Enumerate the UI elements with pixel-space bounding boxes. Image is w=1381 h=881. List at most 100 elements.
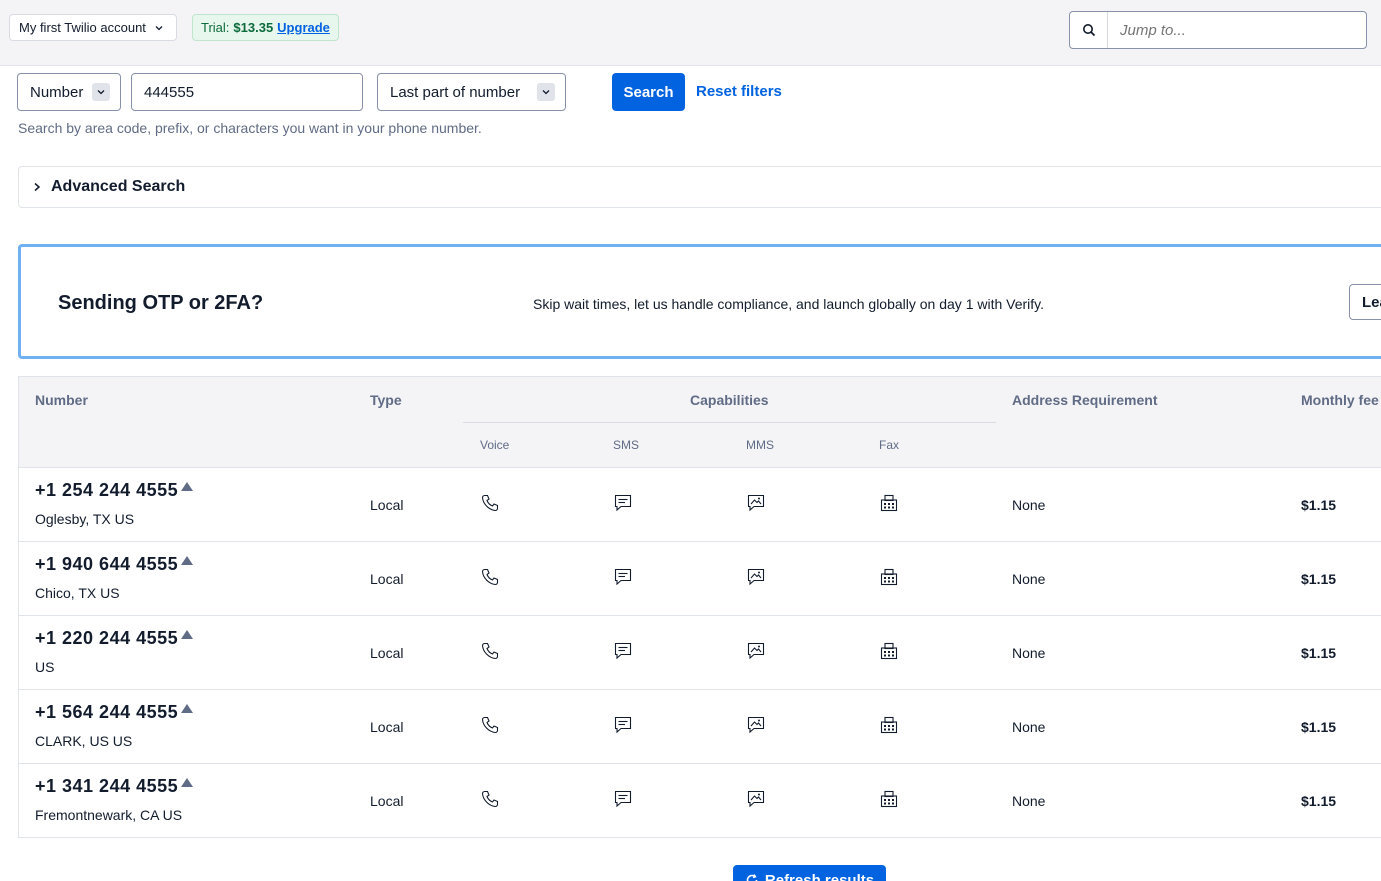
image-message-icon xyxy=(747,790,765,808)
verify-promo-banner: Sending OTP or 2FA? Skip wait times, let… xyxy=(18,244,1381,359)
table-row[interactable]: +1 341 244 4555 Fremontnewark, CA US Loc… xyxy=(19,764,1381,838)
number-input[interactable] xyxy=(131,73,363,111)
address-requirement: None xyxy=(1012,793,1046,809)
image-message-icon xyxy=(747,642,765,660)
header-address: Address Requirement xyxy=(1012,392,1158,408)
table-header: Number Type Capabilities Address Require… xyxy=(19,377,1381,468)
phone-location: Oglesby, TX US xyxy=(35,511,135,527)
search-button[interactable]: Search xyxy=(612,73,685,111)
trend-up-icon xyxy=(181,778,194,787)
trend-up-icon xyxy=(181,704,194,713)
message-icon xyxy=(614,642,632,660)
table-row[interactable]: +1 254 244 4555 Oglesby, TX US Local Non… xyxy=(19,468,1381,542)
monthly-fee: $1.15 xyxy=(1301,793,1337,809)
phone-icon xyxy=(481,494,499,512)
trial-label: Trial: xyxy=(201,20,230,35)
phone-number: +1 564 244 4555 xyxy=(35,702,194,723)
monthly-fee: $1.15 xyxy=(1301,497,1337,513)
trend-up-icon xyxy=(181,630,194,639)
message-icon xyxy=(614,568,632,586)
trial-amount: $13.35 xyxy=(233,20,274,35)
number-type: Local xyxy=(370,793,404,809)
header-capabilities: Capabilities xyxy=(690,392,769,408)
table-row[interactable]: +1 220 244 4555 US Local None $1.15 xyxy=(19,616,1381,690)
message-icon xyxy=(614,494,632,512)
reset-filters-link[interactable]: Reset filters xyxy=(696,83,782,100)
banner-body: Skip wait times, let us handle complianc… xyxy=(533,296,1045,312)
header-fee: Monthly fee xyxy=(1301,392,1379,408)
header-number[interactable]: Number xyxy=(35,392,88,408)
address-requirement: None xyxy=(1012,571,1046,587)
message-icon xyxy=(614,790,632,808)
jump-to-input[interactable] xyxy=(1108,13,1366,47)
match-mode-value: Last part of number xyxy=(390,83,521,101)
message-icon xyxy=(614,716,632,734)
jump-to-search xyxy=(1069,11,1367,49)
number-type: Local xyxy=(370,719,404,735)
search-help-text: Search by area code, prefix, or characte… xyxy=(18,120,482,136)
fax-icon xyxy=(880,568,898,586)
image-message-icon xyxy=(747,568,765,586)
phone-number-text: +1 220 244 4555 xyxy=(35,628,179,648)
image-message-icon xyxy=(747,716,765,734)
refresh-label: Refresh results xyxy=(764,871,875,881)
capabilities-divider xyxy=(463,422,996,423)
fax-icon xyxy=(880,790,898,808)
fax-icon xyxy=(880,716,898,734)
phone-number: +1 220 244 4555 xyxy=(35,628,194,649)
account-switcher[interactable]: My first Twilio account xyxy=(9,14,177,41)
top-bar: My first Twilio account Trial: $13.35 Up… xyxy=(0,0,1381,66)
fax-icon xyxy=(880,494,898,512)
phone-number-text: +1 254 244 4555 xyxy=(35,480,179,500)
phone-number: +1 940 644 4555 xyxy=(35,554,194,575)
search-icon[interactable] xyxy=(1070,12,1108,48)
fax-icon xyxy=(880,642,898,660)
header-mms: MMS xyxy=(746,438,774,452)
numbers-table: Number Type Capabilities Address Require… xyxy=(18,376,1381,838)
chevron-down-icon xyxy=(92,83,110,101)
monthly-fee: $1.15 xyxy=(1301,571,1337,587)
header-fax: Fax xyxy=(879,438,900,452)
phone-icon xyxy=(481,642,499,660)
chevron-down-icon xyxy=(155,25,163,30)
trial-badge: Trial: $13.35 Upgrade xyxy=(192,14,339,41)
refresh-results-button[interactable]: Refresh results xyxy=(733,865,886,881)
trend-up-icon xyxy=(181,556,194,565)
search-by-value: Number xyxy=(30,83,84,101)
phone-location: CLARK, US US xyxy=(35,733,133,749)
banner-learn-button[interactable]: Lea xyxy=(1349,284,1381,320)
upgrade-link[interactable]: Upgrade xyxy=(277,20,330,35)
table-row[interactable]: +1 940 644 4555 Chico, TX US Local None … xyxy=(19,542,1381,616)
account-label: My first Twilio account xyxy=(19,20,146,35)
address-requirement: None xyxy=(1012,645,1046,661)
chevron-down-icon xyxy=(537,83,555,101)
header-voice: Voice xyxy=(480,438,510,452)
phone-icon xyxy=(481,790,499,808)
phone-location: US xyxy=(35,659,55,675)
trend-up-icon xyxy=(181,482,194,491)
search-by-select[interactable]: Number xyxy=(17,73,121,111)
header-type: Type xyxy=(370,392,402,408)
banner-heading: Sending OTP or 2FA? xyxy=(58,292,264,314)
chevron-right-icon xyxy=(34,182,41,192)
table-row[interactable]: +1 564 244 4555 CLARK, US US Local None … xyxy=(19,690,1381,764)
phone-number: +1 254 244 4555 xyxy=(35,480,194,501)
phone-number-text: +1 564 244 4555 xyxy=(35,702,179,722)
number-type: Local xyxy=(370,571,404,587)
address-requirement: None xyxy=(1012,497,1046,513)
phone-number-text: +1 341 244 4555 xyxy=(35,776,179,796)
number-type: Local xyxy=(370,497,404,513)
number-type: Local xyxy=(370,645,404,661)
advanced-search-toggle[interactable]: Advanced Search xyxy=(18,166,1381,208)
phone-icon xyxy=(481,568,499,586)
phone-location: Chico, TX US xyxy=(35,585,120,601)
phone-location: Fremontnewark, CA US xyxy=(35,807,183,823)
phone-icon xyxy=(481,716,499,734)
image-message-icon xyxy=(747,494,765,512)
monthly-fee: $1.15 xyxy=(1301,645,1337,661)
advanced-search-label: Advanced Search xyxy=(51,178,186,195)
address-requirement: None xyxy=(1012,719,1046,735)
refresh-icon xyxy=(746,874,758,881)
match-mode-select[interactable]: Last part of number xyxy=(377,73,566,111)
monthly-fee: $1.15 xyxy=(1301,719,1337,735)
